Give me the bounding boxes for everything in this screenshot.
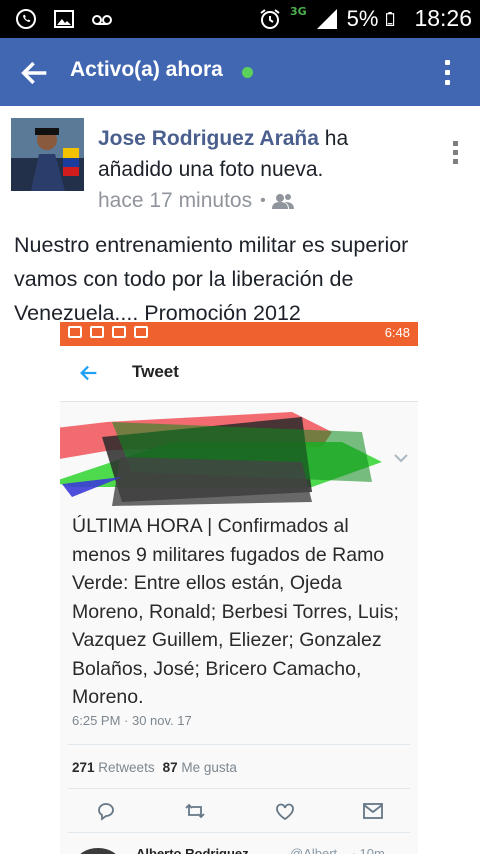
photo-back-arrow-icon [80,365,97,381]
reply-author-name: Alberto Rodriguez [136,846,249,854]
signal-icon [316,8,337,29]
voicemail-icon [92,15,112,25]
photo-screen-title: Tweet [132,362,179,381]
header-title: Activo(a) ahora [70,58,223,81]
online-status-icon [242,67,253,78]
message-icon [363,803,383,819]
tweet-divider [68,788,410,789]
overflow-menu-icon[interactable] [444,60,452,88]
author-name[interactable]: Jose Rodriguez Araña [98,127,319,150]
battery-percent: 5% [346,5,379,31]
image-icon [54,10,74,28]
photo-tweet-header: Tweet [60,346,418,402]
photo-chevron-down-icon [394,454,408,463]
tweet-divider [68,832,410,833]
post-photo[interactable]: 6:48 Tweet ÚLTIMA HORA | Confirmados al … [60,322,418,854]
photo-status-bar: 6:48 [60,322,418,346]
alarm-icon [260,8,280,29]
post-meta: hace 17 minutos • [98,189,294,213]
tweet-time: 6:25 PM · 30 nov. 17 [72,713,192,728]
tweet-divider [68,744,410,745]
reply-preview: Alberto Rodriguez @Albert... · 10m [76,842,406,854]
network-type: 3G [289,5,307,18]
post-time[interactable]: hace 17 minutos [98,189,252,213]
reply-avatar [76,848,120,854]
post-header: Jose Rodriguez Araña ha añadido una foto… [98,123,408,185]
author-avatar[interactable] [11,118,84,191]
photo-status-time: 6:48 [384,325,410,340]
battery-icon [386,11,395,26]
like-heart-icon [276,803,294,821]
whatsapp-icon [16,9,36,29]
back-arrow-icon[interactable] [18,56,52,90]
friends-audience-icon[interactable] [271,193,294,209]
retweet-icon [185,803,205,819]
likes-label: Me gusta [181,760,237,775]
reply-icon [98,803,114,821]
status-bar: 3G 5% 18:26 [0,0,480,38]
likes-count: 87 [162,760,178,775]
retweets-count: 271 [72,760,95,775]
redaction-scribble [60,412,382,506]
tweet-stats: 271 Retweets 87 Me gusta [72,760,237,775]
app-header: Activo(a) ahora [0,38,480,106]
post-text: Nuestro entrenamiento militar es superio… [14,233,409,325]
reply-author-handle: @Albert... · 10m [290,846,385,854]
retweets-label: Retweets [98,760,155,775]
tweet-text: ÚLTIMA HORA | Confirmados al menos 9 mil… [72,515,399,708]
meta-separator: • [260,192,266,209]
tweet-actions [60,800,418,826]
post-options-icon[interactable] [452,141,460,167]
clock: 18:26 [414,5,472,31]
